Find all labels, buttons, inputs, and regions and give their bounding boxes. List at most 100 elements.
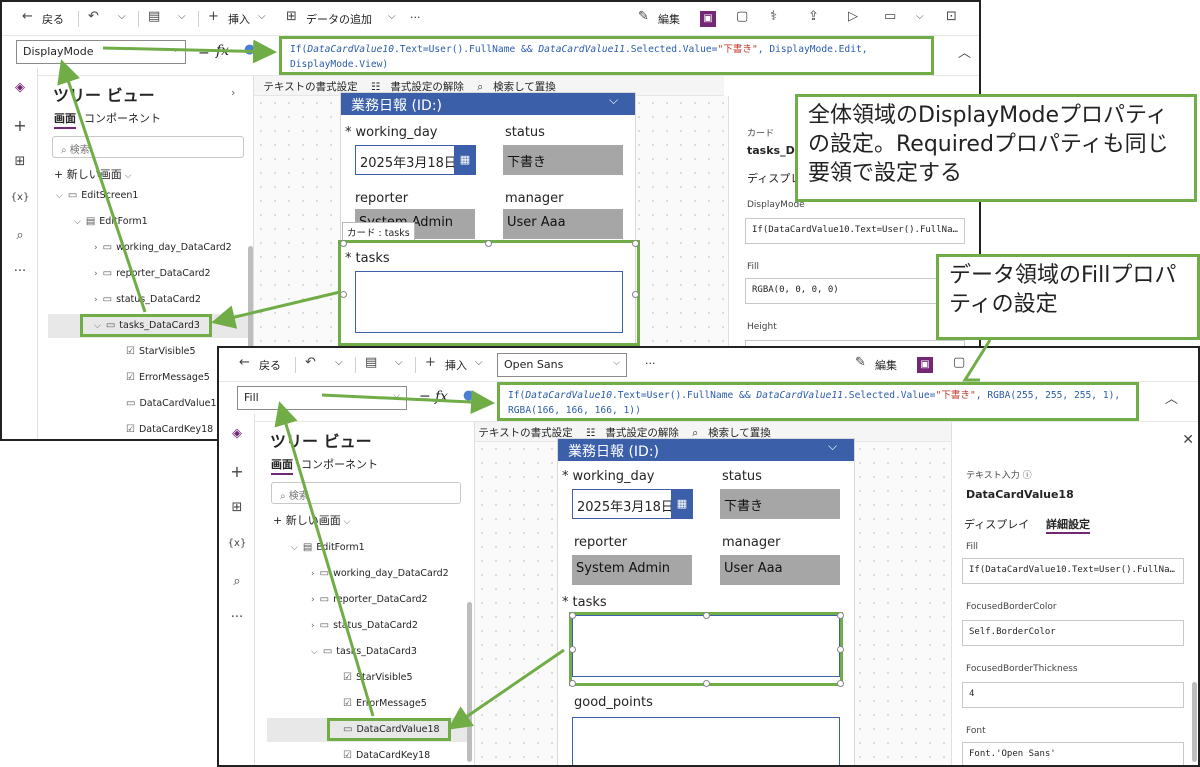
- close-icon[interactable]: ✕: [1182, 432, 1194, 448]
- chevron-down-icon[interactable]: ⌵: [475, 357, 483, 368]
- chevron-right-icon[interactable]: ›: [231, 86, 235, 99]
- tree-item-reporter-card[interactable]: › ▭ reporter_DataCard2: [311, 594, 428, 605]
- manager-field[interactable]: User Aaa: [503, 209, 623, 239]
- edit-button[interactable]: 編集: [658, 11, 680, 27]
- working-day-date-picker[interactable]: 2025年3月18日: [355, 145, 457, 175]
- status-field[interactable]: 下書き: [503, 145, 623, 175]
- tree-item-editscreen1[interactable]: ⌵ ▭ EditScreen1: [56, 190, 138, 201]
- tab-components[interactable]: コンポーネント: [84, 112, 161, 125]
- publish-icon[interactable]: ⊡: [946, 9, 957, 24]
- chevron-down-icon[interactable]: ⌵: [916, 11, 924, 22]
- play-icon[interactable]: ▷: [848, 9, 858, 24]
- tree-item-datacardkey18[interactable]: ☑ DataCardKey18: [343, 750, 430, 761]
- data-icon[interactable]: ⊞: [219, 500, 255, 515]
- form-icon[interactable]: ▣: [700, 11, 716, 27]
- form-icon[interactable]: ▣: [917, 357, 933, 373]
- database-icon[interactable]: ⊞: [286, 9, 297, 24]
- tree-item-datacardkey18[interactable]: ☑ DataCardKey18: [126, 424, 213, 435]
- share-icon[interactable]: ⇪: [808, 9, 819, 24]
- manager-field[interactable]: User Aaa: [720, 555, 840, 585]
- tree-search-input[interactable]: ⌕ 検索: [271, 482, 461, 504]
- formula-input[interactable]: If(DataCardValue10.Text=User().FullName …: [497, 382, 1139, 421]
- back-arrow-icon[interactable]: ←: [22, 9, 33, 24]
- insert-icon[interactable]: +: [2, 116, 38, 135]
- back-button[interactable]: 戻る: [259, 357, 281, 373]
- fill-prop-value[interactable]: If(DataCardValue10.Text=User().FullNa…: [962, 558, 1184, 584]
- back-arrow-icon[interactable]: ←: [239, 355, 250, 370]
- tree-item-editform1[interactable]: ⌵ ▤ EditForm1: [291, 542, 365, 553]
- property-selector[interactable]: DisplayMode ⌵: [16, 40, 186, 64]
- fill-prop-value[interactable]: RGBA(0, 0, 0, 0): [745, 278, 965, 304]
- edit-button[interactable]: 編集: [875, 357, 897, 373]
- displaymode-prop-value[interactable]: If(DataCardValue10.Text=User().FullNa…: [745, 218, 965, 244]
- add-data-button[interactable]: データの追加: [306, 11, 372, 27]
- pencil-icon[interactable]: ✎: [638, 9, 649, 24]
- back-button[interactable]: 戻る: [42, 11, 64, 27]
- tree-scrollbar[interactable]: [467, 602, 472, 762]
- chevron-down-icon[interactable]: ⌵: [178, 11, 186, 22]
- variables-icon[interactable]: {x}: [2, 192, 38, 203]
- reporter-field[interactable]: System Admin: [572, 555, 692, 585]
- tree-item-editform1[interactable]: ⌵ ▤ EditForm1: [74, 216, 148, 227]
- more-button[interactable]: ···: [645, 357, 656, 370]
- focused-border-thickness-value[interactable]: 4: [962, 682, 1184, 708]
- pencil-icon[interactable]: ✎: [855, 355, 866, 370]
- tree-item-starvisible[interactable]: ☑ StarVisible5: [126, 346, 196, 357]
- tree-item-status-card[interactable]: › ▭ status_DataCard2: [94, 294, 201, 305]
- more-button[interactable]: ···: [410, 11, 421, 24]
- paste-icon[interactable]: ▤: [148, 9, 160, 24]
- insert-button[interactable]: 挿入: [445, 357, 467, 373]
- focused-border-color-value[interactable]: Self.BorderColor: [962, 620, 1184, 646]
- layers-icon[interactable]: ◈: [219, 426, 255, 441]
- copilot-icon[interactable]: ●: [463, 388, 474, 403]
- data-icon[interactable]: ⊞: [2, 154, 38, 169]
- more-icon[interactable]: ···: [219, 610, 255, 625]
- chevron-down-icon[interactable]: ⌵: [335, 357, 343, 368]
- tree-item-status-card[interactable]: › ▭ status_DataCard2: [311, 620, 418, 631]
- tree-item-working-day-card[interactable]: › ▭ working_day_DataCard2: [94, 242, 232, 253]
- more-icon[interactable]: ···: [2, 264, 38, 279]
- copilot-icon[interactable]: ●: [244, 42, 255, 57]
- font-prop-value[interactable]: Font.'Open Sans': [962, 742, 1184, 765]
- new-screen-button[interactable]: + 新しい画面 ⌵: [273, 512, 350, 528]
- tab-display[interactable]: ディスプレイ: [964, 516, 1029, 532]
- calendar-icon[interactable]: ▦: [671, 489, 693, 519]
- font-selector[interactable]: Open Sans ⌵: [497, 353, 627, 377]
- search-icon[interactable]: ⌕: [2, 228, 38, 243]
- tree-item-errormessage[interactable]: ☑ ErrorMessage5: [126, 372, 210, 383]
- property-selector[interactable]: Fill ⌵: [237, 386, 407, 410]
- good-points-input[interactable]: [572, 717, 840, 765]
- formula-input[interactable]: If(DataCardValue10.Text=User().FullName …: [279, 36, 934, 75]
- save-icon[interactable]: ▭: [884, 9, 896, 24]
- paste-icon[interactable]: ▤: [365, 355, 377, 370]
- layers-icon[interactable]: ◈: [2, 80, 38, 95]
- chevron-down-icon[interactable]: ⌵: [258, 11, 266, 22]
- search-icon[interactable]: ⌕: [219, 574, 255, 589]
- insert-button[interactable]: 挿入: [228, 11, 250, 27]
- tree-item-errormessage[interactable]: ☑ ErrorMessage5: [343, 698, 427, 709]
- undo-icon[interactable]: ↶: [88, 9, 99, 24]
- status-field[interactable]: 下書き: [720, 489, 840, 519]
- tab-screens[interactable]: 画面: [54, 112, 76, 129]
- chevron-down-icon[interactable]: ⌵: [118, 11, 126, 22]
- chevron-down-icon[interactable]: ⌵: [388, 11, 396, 22]
- new-screen-button[interactable]: + 新しい画面 ⌵: [54, 166, 131, 182]
- tree-item-datacardvalue18[interactable]: ▭ DataCardValue18: [126, 398, 223, 409]
- working-day-date-picker[interactable]: 2025年3月18日: [572, 489, 674, 519]
- tab-screens[interactable]: 画面: [271, 458, 293, 475]
- comment-icon[interactable]: ▢: [953, 355, 965, 370]
- comment-icon[interactable]: ▢: [736, 9, 748, 24]
- calendar-icon[interactable]: ▦: [454, 145, 476, 175]
- undo-icon[interactable]: ↶: [305, 355, 316, 370]
- tree-item-starvisible[interactable]: ☑ StarVisible5: [343, 672, 413, 683]
- plus-icon[interactable]: +: [425, 355, 436, 370]
- tree-search-input[interactable]: ⌕ 検索: [52, 136, 244, 158]
- plus-icon[interactable]: +: [208, 9, 219, 24]
- stethoscope-icon[interactable]: ⚕: [770, 9, 777, 24]
- props-scrollbar[interactable]: [1192, 682, 1197, 762]
- insert-icon[interactable]: +: [219, 462, 255, 481]
- tab-components[interactable]: コンポーネント: [301, 458, 378, 471]
- tree-item-reporter-card[interactable]: › ▭ reporter_DataCard2: [94, 268, 211, 279]
- tab-advanced[interactable]: 詳細設定: [1046, 516, 1090, 534]
- chevron-up-icon[interactable]: ︿: [1165, 388, 1178, 407]
